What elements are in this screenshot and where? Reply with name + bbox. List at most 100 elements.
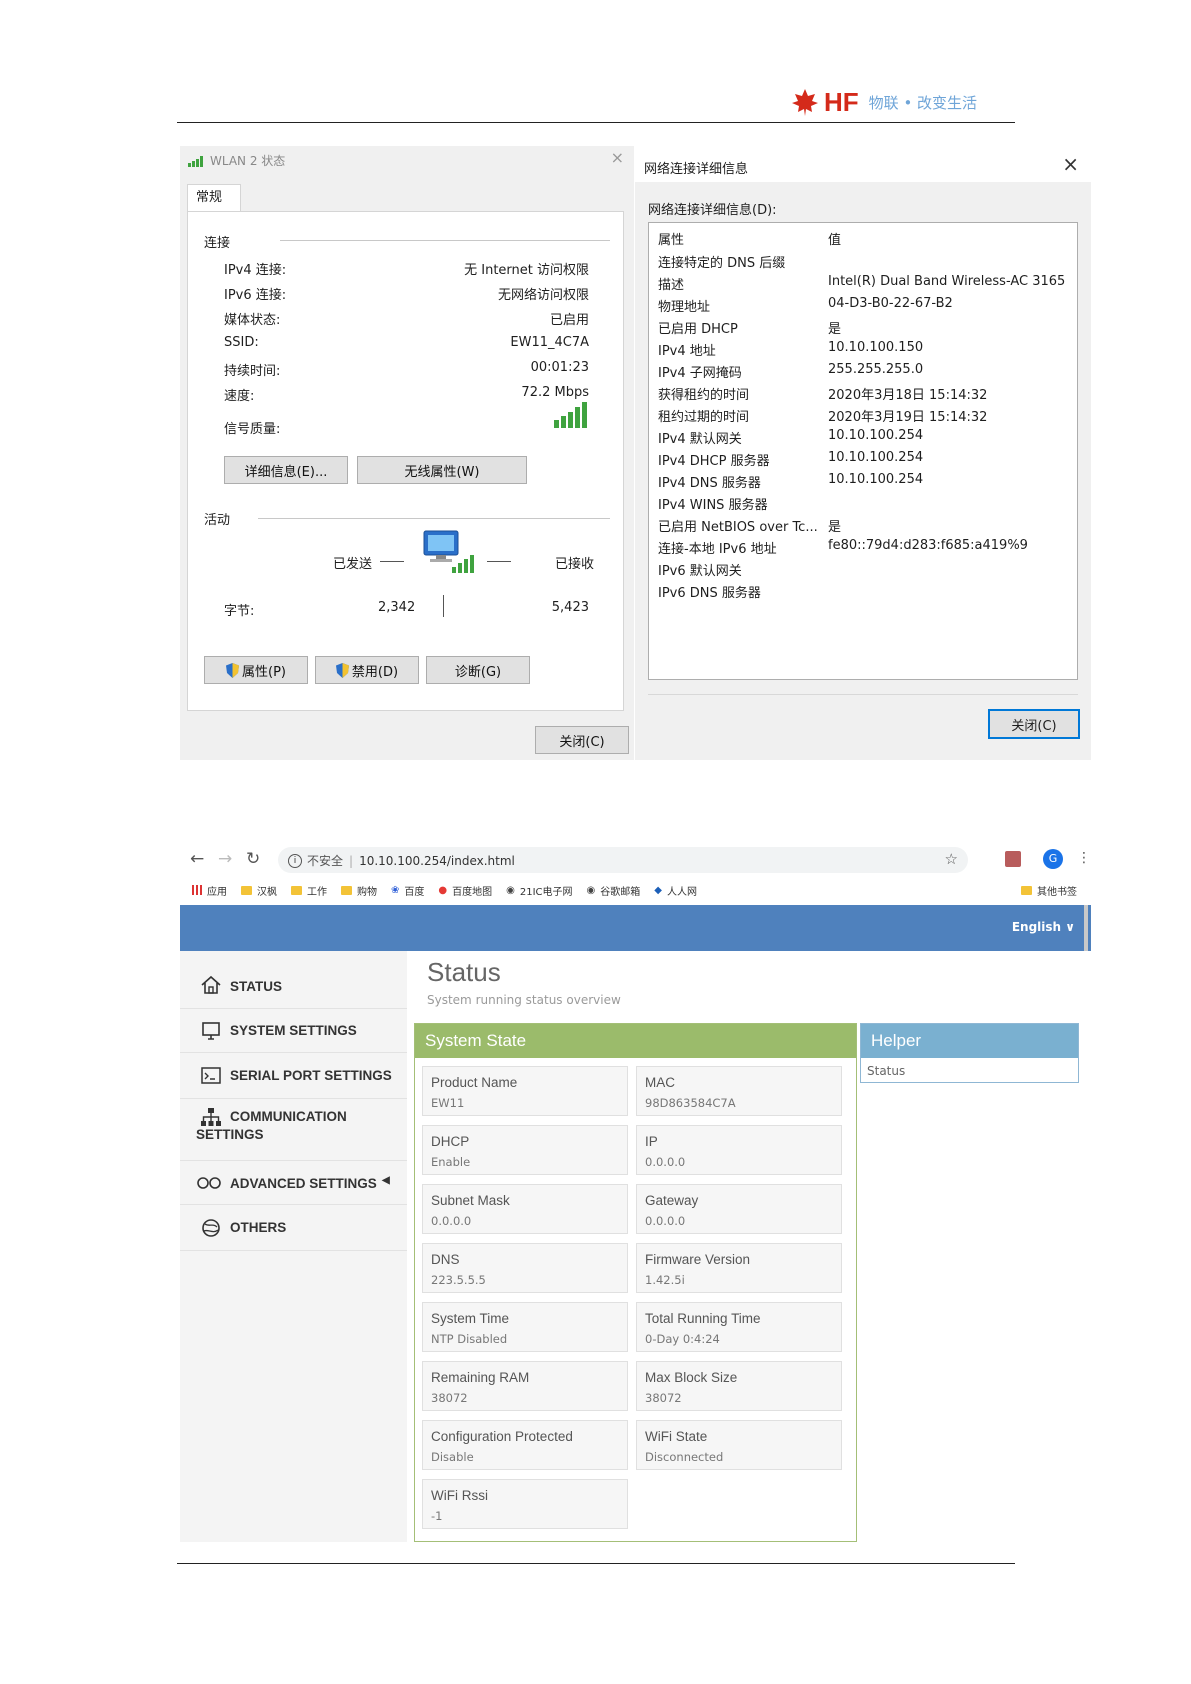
infinity-icon (197, 1177, 221, 1189)
state-cell-configuration-protected: Configuration Protected Disable (422, 1420, 628, 1470)
network-details-dialog: 网络连接详细信息 × 网络连接详细信息(D): 属性 值 连接特定的 DNS 后… (635, 146, 1091, 760)
apps-grid-icon (192, 885, 202, 895)
ipv4-value: 无 Internet 访问权限 (464, 263, 589, 278)
duration-label: 持续时间: (224, 364, 281, 379)
state-cell-dhcp: DHCP Enable (422, 1125, 628, 1175)
paw-icon: ❀ (391, 884, 400, 896)
bookmark-item[interactable]: ● 百度地图 (438, 883, 492, 898)
language-selector[interactable]: English ∨ (1012, 920, 1075, 934)
back-icon[interactable]: ← (190, 849, 204, 869)
bookmark-item[interactable]: ◆ 人人网 (654, 883, 697, 898)
reload-icon[interactable]: ↻ (246, 849, 260, 869)
sent-line (380, 561, 404, 562)
web-header: English ∨ (180, 905, 1091, 951)
bytes-sent-value: 2,342 (378, 600, 416, 615)
wifi-signal-icon (188, 155, 203, 167)
globe-icon (202, 1219, 220, 1237)
state-cell-product-name: Product Name EW11 (422, 1066, 628, 1116)
bookmark-apps[interactable]: 应用 (192, 883, 227, 898)
footer-divider (177, 1563, 1015, 1564)
renren-icon: ◆ (654, 884, 662, 896)
state-cell-subnet-mask: Subnet Mask 0.0.0.0 (422, 1184, 628, 1234)
ssid-label: SSID: (224, 335, 259, 350)
chevron-left-icon: ◀ (382, 1175, 390, 1186)
state-cell-wifi-state: WiFi State Disconnected (636, 1420, 842, 1470)
home-icon (201, 975, 221, 994)
close-icon[interactable]: × (611, 148, 624, 167)
profile-avatar[interactable]: G (1043, 849, 1063, 869)
state-cell-firmware-version: Firmware Version 1.42.5i (636, 1243, 842, 1293)
close-icon[interactable]: × (1062, 152, 1079, 176)
sidebar-item-status[interactable]: STATUS (180, 965, 407, 1009)
general-panel: 连接 IPv4 连接: 无 Internet 访问权限 IPv6 连接: 无网络… (187, 211, 624, 711)
state-cell-gateway: Gateway 0.0.0.0 (636, 1184, 842, 1234)
bytes-label: 字节: (224, 604, 255, 619)
header-divider (177, 122, 1015, 123)
sent-label: 已发送 (333, 557, 373, 572)
sidebar-item-others[interactable]: OTHERS (180, 1205, 407, 1251)
folder-icon (1021, 885, 1032, 895)
folder-icon (241, 885, 252, 895)
address-bar[interactable]: i 不安全 | 10.10.100.254/index.html ☆ (278, 847, 968, 873)
state-cell-ip: IP 0.0.0.0 (636, 1125, 842, 1175)
bookmark-other[interactable]: 其他书签 (1021, 883, 1077, 898)
bookmark-item[interactable]: 汉枫 (241, 883, 277, 898)
state-cell-dns: DNS 223.5.5.5 (422, 1243, 628, 1293)
helper-text: Status (867, 1064, 906, 1078)
bookmark-item[interactable]: 工作 (291, 883, 327, 898)
ssid-value: EW11_4C7A (510, 335, 589, 350)
connection-section-label: 连接 (204, 236, 231, 251)
sidebar-item-communication-settings[interactable]: COMMUNICATION SETTINGS (180, 1099, 407, 1161)
signal-quality-label: 信号质量: (224, 422, 281, 437)
forward-icon[interactable]: → (218, 849, 232, 869)
close-button[interactable]: 关闭(C) (535, 726, 629, 754)
received-label: 已接收 (555, 557, 595, 572)
bookmark-item[interactable]: ◉ 谷歌邮箱 (587, 883, 641, 898)
hf-logo: HF 物联 • 改变生活 (790, 84, 977, 120)
wlan-dialog-title: WLAN 2 状态 (188, 152, 285, 169)
terminal-icon (201, 1067, 221, 1084)
column-header-property[interactable]: 属性 (658, 229, 684, 248)
received-line (487, 561, 511, 562)
sidebar-item-advanced-settings[interactable]: ADVANCED SETTINGS ◀ (180, 1161, 407, 1205)
tab-general[interactable]: 常规 (187, 184, 241, 212)
url-divider: | (349, 853, 354, 868)
page-title: Status (427, 957, 501, 987)
details-list[interactable]: 属性 值 连接特定的 DNS 后缀 描述 Intel(R) Dual Band W… (648, 222, 1078, 680)
wireless-properties-button[interactable]: 无线属性(W) (357, 456, 527, 484)
details-button[interactable]: 详细信息(E)... (224, 456, 348, 484)
sidebar-menu: STATUS SYSTEM SETTINGS SERIAL PORT SETTI… (180, 951, 407, 1542)
sidebar-item-serial-port-settings[interactable]: SERIAL PORT SETTINGS (180, 1053, 407, 1099)
info-icon[interactable]: i (288, 853, 302, 868)
activity-section-label: 活动 (204, 513, 231, 528)
bookmark-item[interactable]: ❀ 百度 (391, 883, 424, 898)
ipv6-label: IPv6 连接: (224, 288, 287, 303)
logo-tagline: 物联 • 改变生活 (868, 93, 978, 112)
monitor-icon (202, 1022, 220, 1040)
media-state-label: 媒体状态: (224, 313, 281, 328)
menu-kebab-icon[interactable]: ⋮ (1077, 850, 1091, 866)
bookmark-star-icon[interactable]: ☆ (945, 850, 958, 868)
browser-toolbar: ← → ↻ i 不安全 | 10.10.100.254/index.html ☆… (180, 842, 1091, 878)
main-content: Status System running status overview Sy… (407, 951, 1091, 1542)
pdf-extension-icon[interactable] (1005, 851, 1021, 867)
map-pin-icon: ● (438, 884, 448, 896)
properties-button[interactable]: 属性(P) (204, 656, 308, 684)
ipv6-value: 无网络访问权限 (497, 288, 589, 303)
bookmarks-bar: 应用 汉枫 工作 购物 ❀ 百度 ● 百度地图 ◉ 21IC电子网 ◉ 谷歌邮箱 ◆ 人人… (180, 878, 1091, 902)
page-subtitle: System running status overview (427, 993, 621, 1007)
media-state-value: 已启用 (549, 313, 589, 328)
bookmark-item[interactable]: 购物 (341, 883, 377, 898)
wlan-status-dialog: WLAN 2 状态 × 常规 连接 IPv4 连接: 无 Internet 访问… (180, 146, 634, 760)
diagnose-button[interactable]: 诊断(G) (426, 656, 530, 684)
activity-divider (443, 595, 444, 617)
logo-text: HF (824, 86, 859, 117)
url-text[interactable]: 10.10.100.254/index.html (359, 854, 515, 868)
close-button[interactable]: 关闭(C) (988, 709, 1080, 739)
column-header-value[interactable]: 值 (828, 229, 841, 248)
duration-value: 00:01:23 (530, 360, 589, 375)
bookmark-item[interactable]: ◉ 21IC电子网 (506, 883, 572, 898)
sidebar-item-system-settings[interactable]: SYSTEM SETTINGS (180, 1009, 407, 1053)
disable-button[interactable]: 禁用(D) (315, 656, 419, 684)
ipv4-label: IPv4 连接: (224, 263, 287, 278)
